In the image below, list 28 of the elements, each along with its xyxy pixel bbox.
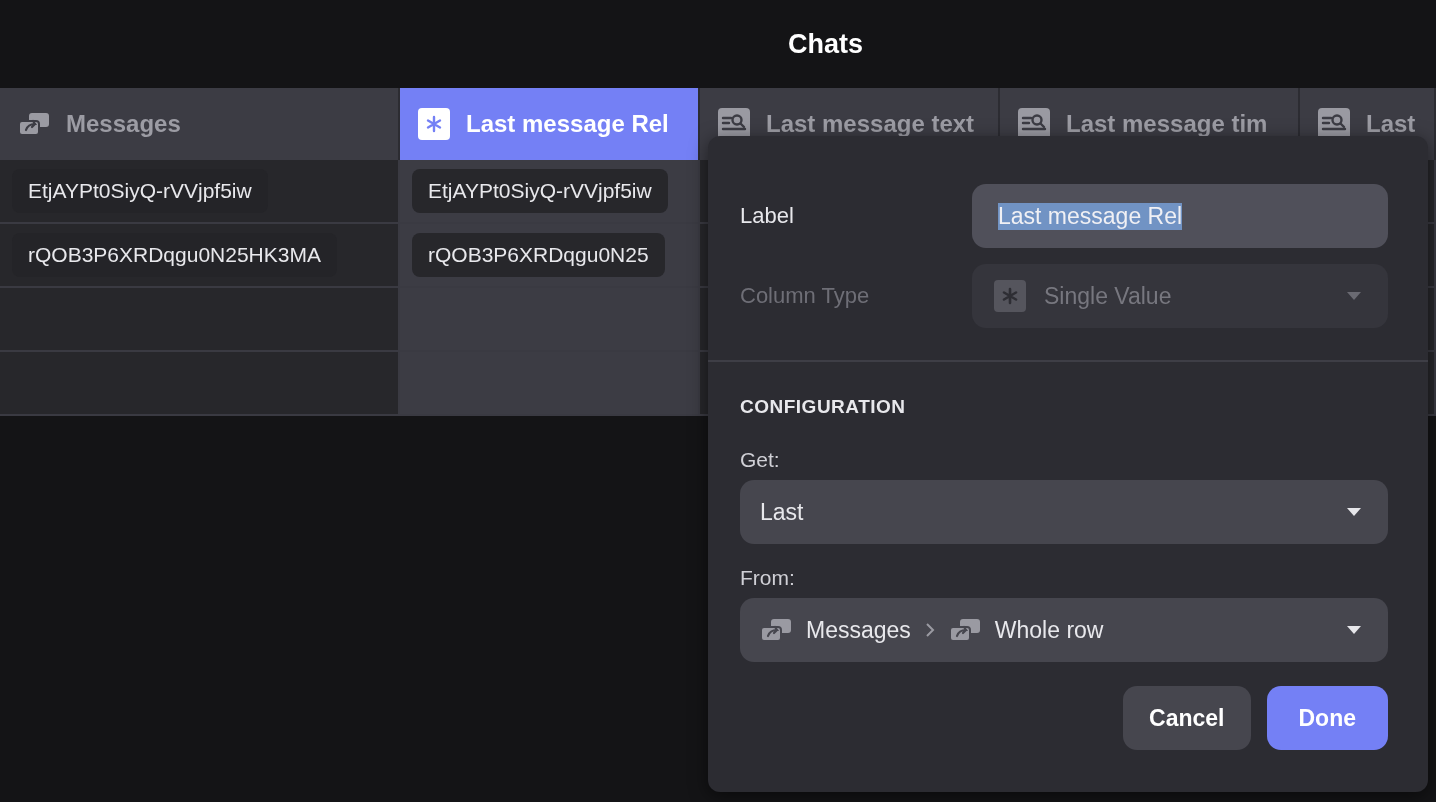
label-input-field[interactable]: Last message Rel: [972, 184, 1388, 248]
relation-icon: [760, 618, 792, 642]
column-header[interactable]: Messages: [0, 88, 400, 160]
cancel-button[interactable]: Cancel: [1123, 686, 1251, 750]
field-label: From:: [740, 566, 795, 590]
column-header[interactable]: Last message Rel: [400, 88, 700, 160]
relation-icon: [18, 112, 50, 136]
section-title: CONFIGURATION: [740, 396, 907, 418]
record-chip: EtjAYPt0SiyQ-rVVjpf5iw: [412, 169, 668, 213]
chevron-right-icon: [924, 622, 935, 638]
field-label: Get:: [740, 448, 780, 472]
get-dropdown[interactable]: Last: [740, 480, 1388, 544]
field-label: Column Type: [740, 283, 871, 309]
done-button[interactable]: Done: [1266, 686, 1388, 750]
field-label: Label: [740, 203, 795, 229]
path-label: Whole row: [994, 616, 1104, 644]
record-chip: EtjAYPt0SiyQ-rVVjpf5iw: [12, 169, 268, 213]
path-label: Messages: [806, 616, 911, 644]
from-dropdown[interactable]: Messages Whole row: [740, 598, 1388, 662]
record-chip: rQOB3P6XRDqgu0N25: [412, 233, 665, 277]
caret-icon: [1346, 625, 1362, 635]
window-title: Chats: [788, 28, 863, 60]
record-chip: rQOB3P6XRDqgu0N25HK3MA: [12, 233, 337, 277]
relation-icon: [948, 618, 981, 642]
asterisk-icon: [418, 108, 450, 140]
asterisk-icon: [994, 280, 1026, 312]
caret-icon: [1346, 507, 1362, 517]
caret-icon: [1346, 291, 1362, 301]
